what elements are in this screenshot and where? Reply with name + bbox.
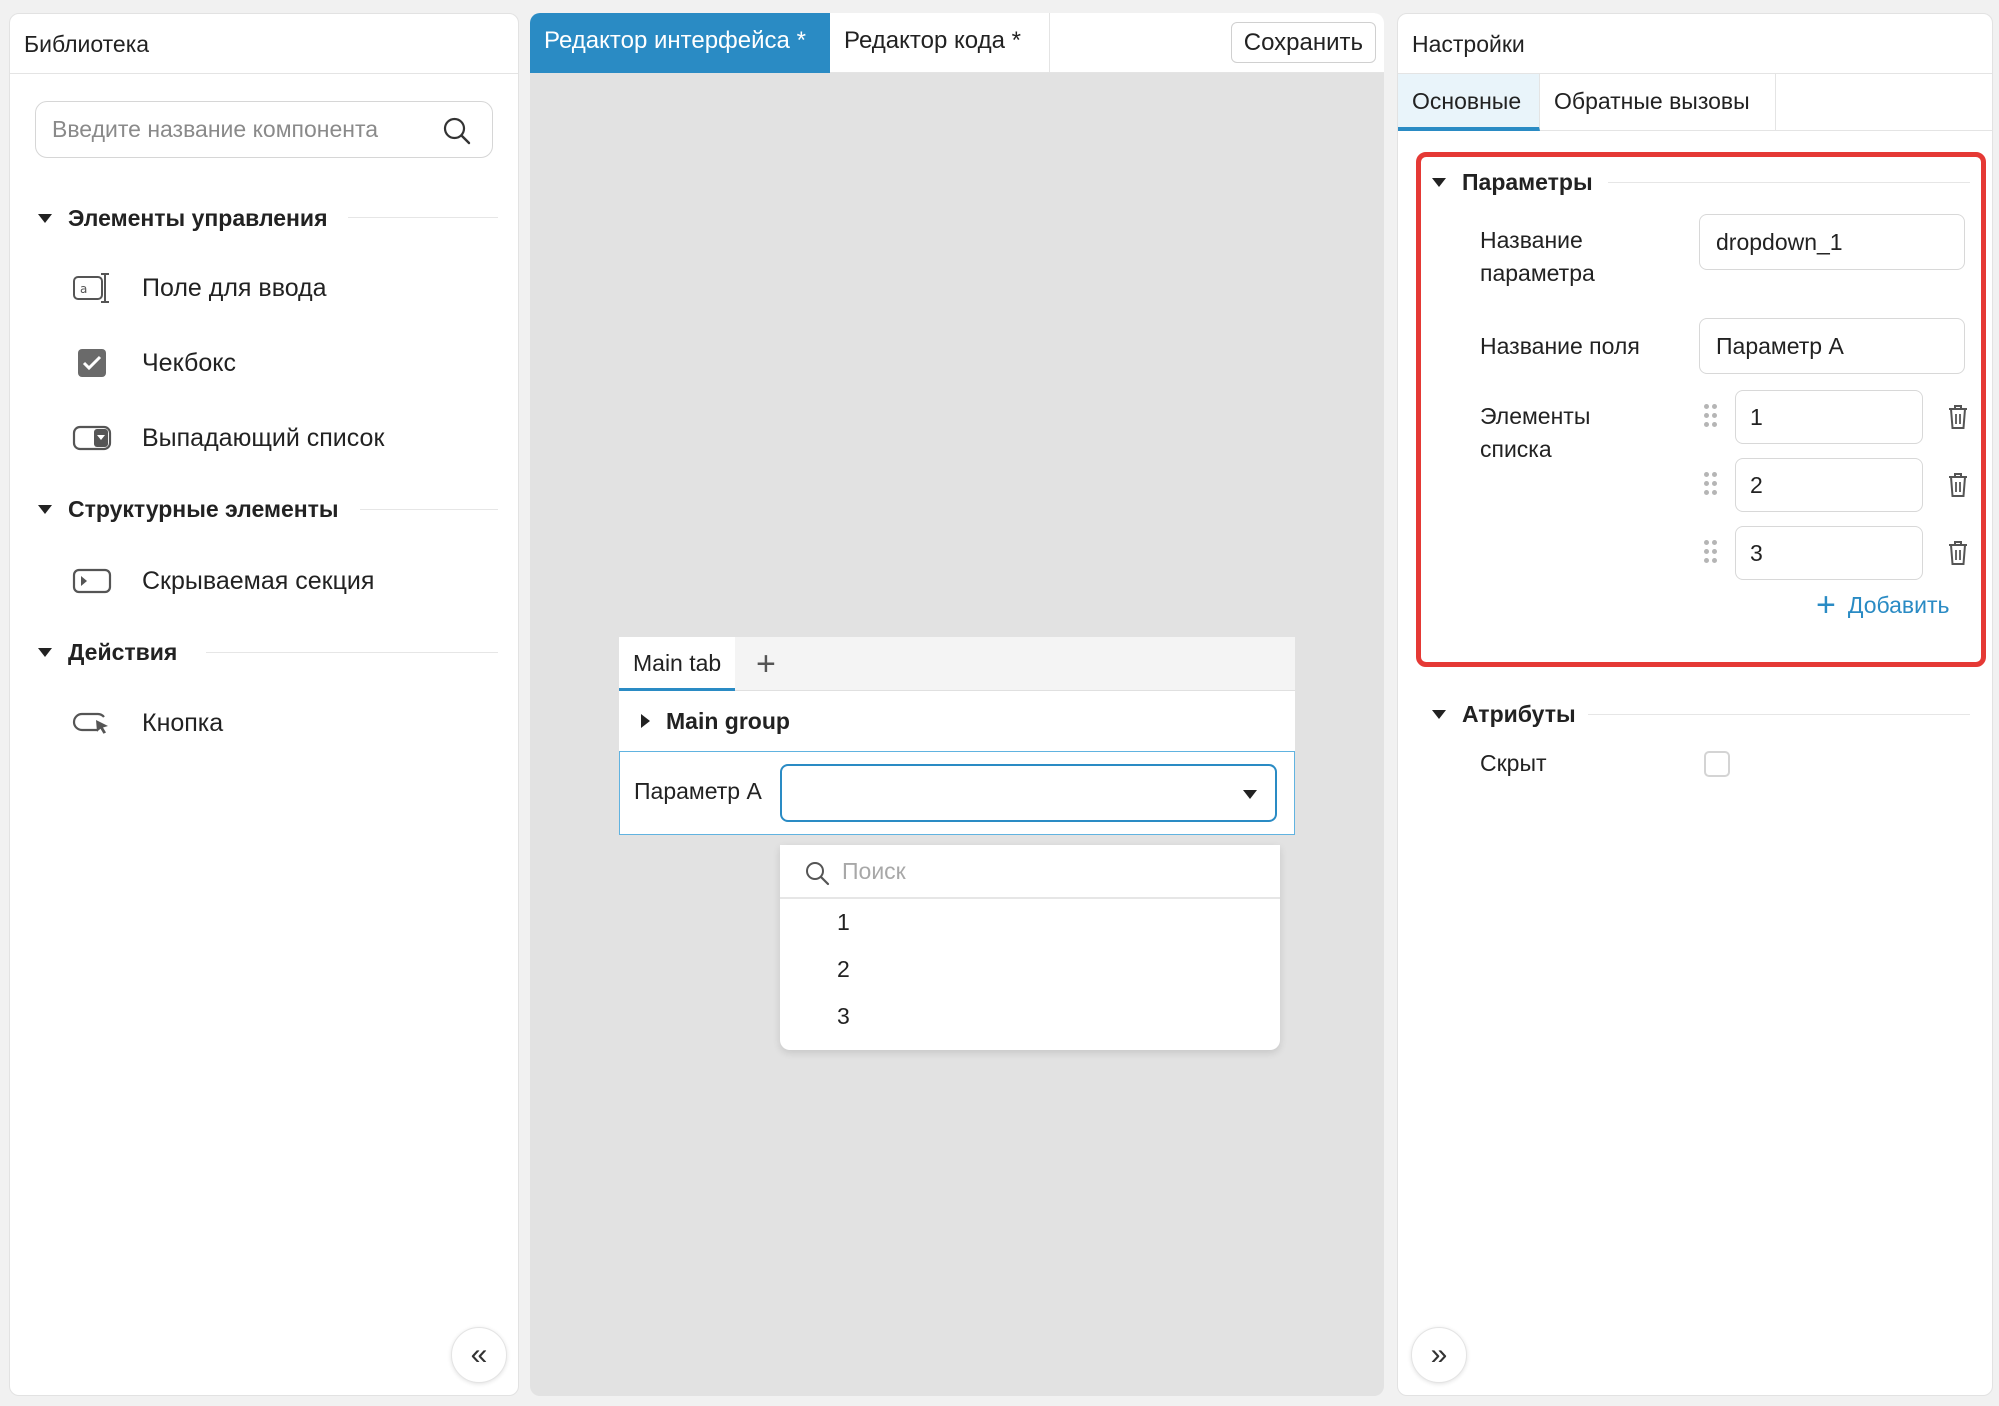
divider bbox=[1588, 714, 1970, 715]
component-search-input[interactable] bbox=[52, 102, 432, 157]
main-group-header[interactable]: Main group bbox=[619, 691, 1295, 751]
list-item-input[interactable] bbox=[1735, 526, 1923, 580]
trash-icon[interactable] bbox=[1947, 404, 1969, 435]
parameter-dropdown[interactable] bbox=[780, 764, 1277, 822]
divider bbox=[1608, 182, 1970, 183]
field-name-input[interactable] bbox=[1699, 318, 1965, 374]
library-item-label: Кнопка bbox=[142, 708, 224, 737]
tab-main[interactable]: Main tab bbox=[619, 637, 736, 691]
library-item-label: Скрываемая секция bbox=[142, 566, 375, 595]
caret-down-icon bbox=[1243, 790, 1257, 799]
list-item-row bbox=[1704, 458, 1974, 512]
collapsible-section-icon bbox=[72, 563, 112, 599]
checkbox-icon bbox=[72, 345, 112, 381]
group-label: Элементы управления bbox=[68, 204, 328, 231]
trash-icon[interactable] bbox=[1947, 540, 1969, 571]
form-tabs-bar: Main tab + bbox=[619, 637, 1295, 691]
add-list-item-button[interactable]: + Добавить bbox=[1816, 586, 1950, 624]
collapse-panel-button[interactable]: « bbox=[451, 1327, 507, 1383]
settings-title: Настройки bbox=[1398, 14, 1992, 74]
list-items-label: Элементы списка bbox=[1480, 403, 1591, 462]
library-title: Библиотека bbox=[10, 14, 518, 74]
field-name-label: Название поля bbox=[1480, 333, 1640, 359]
save-button[interactable]: Сохранить bbox=[1230, 22, 1376, 63]
tab-callbacks[interactable]: Обратные вызовы bbox=[1540, 74, 1776, 131]
add-tab-icon[interactable]: + bbox=[756, 647, 776, 681]
library-panel: Библиотека Элементы управления a Поле дл… bbox=[9, 13, 519, 1396]
library-item-label: Чекбокс bbox=[142, 348, 236, 377]
settings-panel: Настройки Основные Обратные вызовы Парам… bbox=[1397, 13, 1993, 1396]
group-label: Действия bbox=[68, 638, 178, 665]
search-icon bbox=[804, 860, 830, 891]
param-name-label: Название параметра bbox=[1480, 227, 1595, 286]
group-structural[interactable]: Структурные элементы bbox=[38, 494, 339, 524]
svg-text:a: a bbox=[80, 282, 87, 296]
section-label: Параметры bbox=[1462, 168, 1593, 195]
parameter-row[interactable]: Параметр А bbox=[619, 751, 1295, 835]
expand-triangle-icon bbox=[641, 714, 650, 728]
library-item-input[interactable]: a Поле для ввода bbox=[72, 266, 492, 310]
parameter-label: Параметр А bbox=[634, 778, 762, 804]
settings-tabs: Основные Обратные вызовы bbox=[1398, 74, 1992, 131]
button-cursor-icon bbox=[72, 705, 112, 741]
section-parameters[interactable]: Параметры bbox=[1432, 167, 1593, 197]
editor-panel: Редактор интерфейса * Редактор кода * Со… bbox=[530, 13, 1384, 1396]
trash-icon[interactable] bbox=[1947, 472, 1969, 503]
dropdown-icon bbox=[72, 420, 112, 456]
group-label: Структурные элементы bbox=[68, 495, 339, 522]
search-icon[interactable] bbox=[442, 116, 472, 151]
dropdown-option[interactable]: 2 bbox=[780, 946, 1280, 993]
tab-basic[interactable]: Основные bbox=[1398, 74, 1540, 131]
editor-tabs-bar: Редактор интерфейса * Редактор кода * Со… bbox=[530, 13, 1384, 73]
text-input-icon: a bbox=[72, 270, 112, 306]
library-item-dropdown[interactable]: Выпадающий список bbox=[72, 416, 492, 460]
collapse-triangle-icon bbox=[38, 504, 52, 514]
add-label: Добавить bbox=[1847, 591, 1950, 618]
group-label: Main group bbox=[666, 707, 790, 734]
expand-panel-button[interactable]: » bbox=[1411, 1327, 1467, 1383]
collapse-triangle-icon bbox=[38, 647, 52, 657]
section-label: Атрибуты bbox=[1462, 700, 1576, 727]
list-item-row bbox=[1704, 526, 1974, 580]
form-preview: Main tab + Main group Параметр А bbox=[619, 637, 1295, 835]
drag-handle-icon[interactable] bbox=[1704, 404, 1718, 428]
param-name-input[interactable] bbox=[1699, 214, 1965, 270]
hidden-checkbox[interactable] bbox=[1704, 751, 1730, 777]
drag-handle-icon[interactable] bbox=[1704, 472, 1718, 496]
group-actions[interactable]: Действия bbox=[38, 637, 177, 667]
tab-ui-editor[interactable]: Редактор интерфейса * bbox=[530, 13, 830, 73]
library-item-label: Поле для ввода bbox=[142, 273, 327, 302]
collapse-triangle-icon bbox=[1432, 709, 1446, 719]
dropdown-search[interactable] bbox=[780, 845, 1280, 899]
divider bbox=[206, 652, 498, 653]
plus-icon: + bbox=[1816, 586, 1836, 624]
dropdown-option[interactable]: 1 bbox=[780, 899, 1280, 946]
group-controls[interactable]: Элементы управления bbox=[38, 203, 328, 233]
hidden-label: Скрыт bbox=[1480, 750, 1547, 776]
divider bbox=[360, 509, 498, 510]
library-item-collapsible-section[interactable]: Скрываемая секция bbox=[72, 559, 492, 603]
component-search-box[interactable] bbox=[35, 101, 493, 158]
library-item-checkbox[interactable]: Чекбокс bbox=[72, 341, 492, 385]
list-item-input[interactable] bbox=[1735, 390, 1923, 444]
collapse-triangle-icon bbox=[38, 213, 52, 223]
section-attributes[interactable]: Атрибуты bbox=[1432, 699, 1576, 729]
list-item-row bbox=[1704, 390, 1974, 444]
divider bbox=[348, 217, 498, 218]
dropdown-option[interactable]: 3 bbox=[780, 993, 1280, 1040]
dropdown-search-input[interactable] bbox=[842, 851, 1242, 891]
drag-handle-icon[interactable] bbox=[1704, 540, 1718, 564]
dropdown-menu: 1 2 3 bbox=[780, 845, 1280, 1050]
list-item-input[interactable] bbox=[1735, 458, 1923, 512]
library-item-button[interactable]: Кнопка bbox=[72, 701, 492, 745]
collapse-triangle-icon bbox=[1432, 177, 1446, 187]
library-item-label: Выпадающий список bbox=[142, 423, 385, 452]
tab-code-editor[interactable]: Редактор кода * bbox=[830, 13, 1050, 73]
